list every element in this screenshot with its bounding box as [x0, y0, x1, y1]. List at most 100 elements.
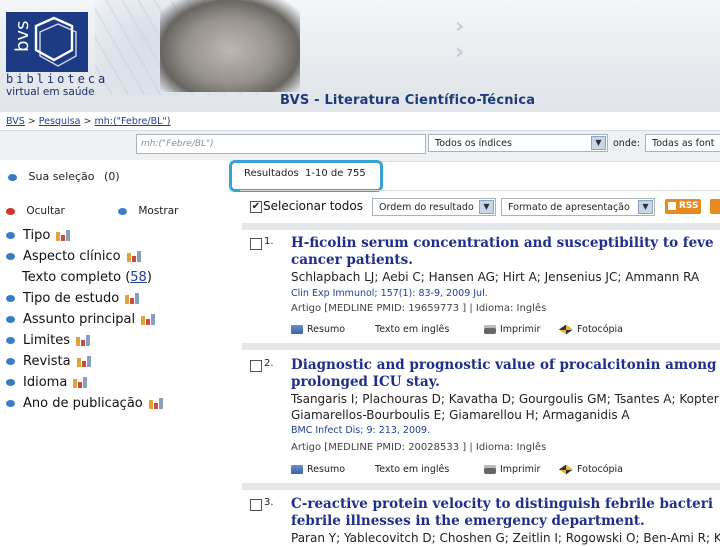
print-button[interactable]: Imprimir [484, 324, 540, 335]
format-select-value: Formato de apresentação [508, 202, 630, 213]
filter-sidebar [0, 160, 240, 540]
divider [240, 190, 720, 191]
bar-chart-icon[interactable] [148, 398, 165, 409]
print-label: Imprimir [500, 464, 541, 475]
facet-bullet-icon [6, 316, 15, 323]
rss-feed-icon[interactable] [710, 199, 720, 214]
chevron-down-icon: ▼ [479, 200, 494, 214]
facet-bullet-icon [6, 232, 15, 239]
banner-photo [160, 0, 300, 92]
bar-chart-icon[interactable] [76, 356, 93, 367]
logo-line-biblioteca: biblioteca [6, 72, 109, 86]
result-number: 2. [264, 358, 274, 369]
facet-ano-de-publicacao[interactable]: Ano de publicação [6, 396, 165, 411]
bar-chart-icon[interactable] [126, 251, 143, 262]
facet-bullet-icon [6, 253, 15, 260]
result-title-line1[interactable]: C-reactive protein velocity to distingui… [291, 496, 713, 513]
bar-chart-icon[interactable] [76, 335, 92, 346]
result-title-line2[interactable]: prolonged ICU stay. [291, 374, 440, 391]
breadcrumb-bvs[interactable]: BVS [6, 116, 25, 127]
print-button[interactable]: Imprimir [484, 464, 540, 475]
bar-chart-icon[interactable] [73, 377, 89, 388]
result-checkbox[interactable] [250, 360, 262, 372]
facet-bullet-icon [6, 379, 15, 386]
result-separator [242, 483, 720, 490]
facet-bullet-icon [6, 400, 15, 407]
bar-chart-icon[interactable] [56, 230, 72, 241]
show-bullet-icon [118, 207, 127, 215]
result-authors-line2: Giamarellos-Bourboulis E; Giamarellou H;… [291, 408, 630, 422]
facet-label: Assunto principal [23, 312, 136, 327]
your-selection[interactable]: Sua seleção (0) [8, 170, 120, 183]
result-checkbox[interactable] [250, 238, 262, 250]
abstract-icon [291, 465, 303, 474]
facet-texto-completo[interactable]: Texto completo (58) [22, 270, 152, 285]
facet-idioma[interactable]: Idioma [6, 375, 89, 390]
bar-chart-icon[interactable] [141, 314, 157, 325]
bvs-logo[interactable]: bvs [6, 12, 88, 72]
print-label: Imprimir [500, 324, 541, 335]
result-separator [242, 343, 720, 350]
result-meta: Artigo [MEDLINE PMID: 19659773 ] | Idiom… [291, 303, 547, 314]
fulltext-link[interactable]: Texto em inglês [375, 324, 449, 335]
facet-revista[interactable]: Revista [6, 354, 93, 369]
select-all-label[interactable]: Selecionar todos [263, 199, 363, 213]
facet-label: Tipo [23, 228, 51, 243]
chevron-down-icon: ▼ [591, 136, 606, 150]
result-authors: Schlapbach LJ; Aebi C; Hansen AG; Hirt A… [291, 270, 700, 284]
photocopy-icon [559, 464, 573, 475]
abstract-button[interactable]: Resumo [291, 464, 345, 475]
result-item: 3. C-reactive protein velocity to distin… [240, 496, 720, 545]
photocopy-icon [559, 324, 573, 335]
photocopy-button[interactable]: Fotocópia [559, 324, 623, 335]
search-input[interactable]: mh:("Febre/BL") [136, 134, 426, 154]
chevron-decoration-icon: › › [455, 14, 465, 65]
bar-chart-icon[interactable] [125, 293, 141, 304]
fulltext-count-link[interactable]: 58 [130, 270, 147, 285]
order-select[interactable]: Ordem do resultado ▼ [372, 198, 496, 216]
result-title-line1[interactable]: H-ficolin serum concentration and suscep… [291, 235, 714, 252]
result-item: 1. H-ficolin serum concentration and sus… [240, 235, 720, 340]
hide-label: Ocultar [26, 205, 65, 217]
result-title-line2[interactable]: febrile illnesses in the emergency depar… [291, 513, 645, 530]
results-count: Resultados 1-10 de 755 [244, 168, 366, 179]
result-source: BMC Infect Dis; 9: 213, 2009. [291, 425, 431, 436]
facet-bullet-icon [6, 337, 15, 344]
facet-tipo[interactable]: Tipo [6, 228, 72, 243]
where-label: onde: [613, 138, 640, 149]
facet-tipo-de-estudo[interactable]: Tipo de estudo [6, 291, 141, 306]
rss-button[interactable]: RSS [665, 199, 701, 214]
photocopy-label: Fotocópia [577, 324, 624, 335]
facet-aspecto-clinico[interactable]: Aspecto clínico [6, 249, 143, 264]
facet-assunto-principal[interactable]: Assunto principal [6, 312, 157, 327]
breadcrumb: BVS > Pesquisa > mh:("Febre/BL") [6, 116, 170, 127]
breadcrumb-query[interactable]: mh:("Febre/BL") [94, 116, 170, 127]
photocopy-label: Fotocópia [577, 464, 624, 475]
facet-limites[interactable]: Limites [6, 333, 92, 348]
result-item: 2. Diagnostic and prognostic value of pr… [240, 357, 720, 482]
facet-label: Texto completo [22, 270, 122, 285]
breadcrumb-pesquisa[interactable]: Pesquisa [39, 116, 81, 127]
logo-line-virtual: virtual em saúde [6, 86, 95, 98]
selection-label: Sua seleção [28, 170, 95, 183]
chevron-down-icon: ▼ [638, 200, 653, 214]
format-select[interactable]: Formato de apresentação ▼ [501, 198, 655, 216]
result-title-line2[interactable]: cancer patients. [291, 252, 413, 269]
facet-label: Limites [23, 333, 70, 348]
result-number: 3. [264, 497, 274, 508]
index-select[interactable]: Todos os índices ▼ [428, 134, 608, 152]
selection-count: (0) [104, 170, 120, 183]
result-checkbox[interactable] [250, 499, 262, 511]
hide-all-button[interactable]: Ocultar [6, 205, 65, 217]
logo-mark: bvs [12, 21, 33, 52]
facet-label: Aspecto clínico [23, 249, 121, 264]
photocopy-button[interactable]: Fotocópia [559, 464, 623, 475]
select-all-checkbox[interactable]: ✔ [250, 201, 262, 213]
index-select-value: Todos os índices [435, 138, 512, 149]
fulltext-link[interactable]: Texto em inglês [375, 464, 449, 475]
result-title-line1[interactable]: Diagnostic and prognostic value of proca… [291, 357, 716, 374]
printer-icon [484, 465, 496, 474]
abstract-button[interactable]: Resumo [291, 324, 345, 335]
show-all-button[interactable]: Mostrar [118, 205, 178, 217]
source-select[interactable]: Todas as font [645, 134, 720, 152]
